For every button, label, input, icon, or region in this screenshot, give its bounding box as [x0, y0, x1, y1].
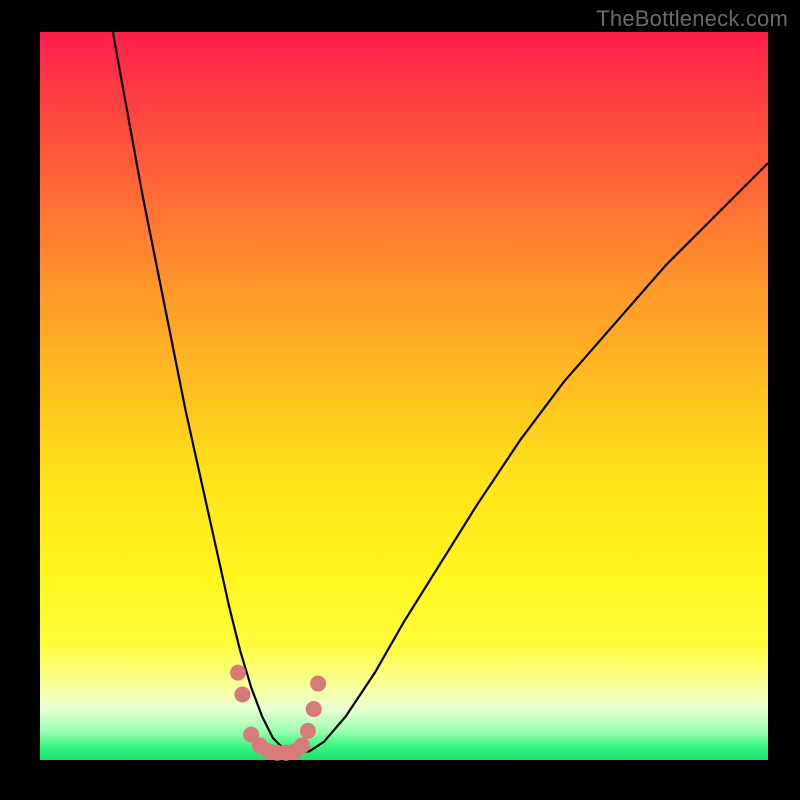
highlight-dot [234, 686, 250, 702]
highlight-dots [230, 665, 326, 761]
watermark-text: TheBottleneck.com [596, 6, 788, 32]
highlight-dot [310, 676, 326, 692]
highlight-dot [300, 723, 316, 739]
highlight-dot [306, 701, 322, 717]
highlight-dot [294, 737, 310, 753]
bottleneck-curve [113, 32, 768, 753]
curve-svg [40, 32, 768, 760]
plot-area [40, 32, 768, 760]
chart-frame: TheBottleneck.com [0, 0, 800, 800]
highlight-dot [230, 665, 246, 681]
